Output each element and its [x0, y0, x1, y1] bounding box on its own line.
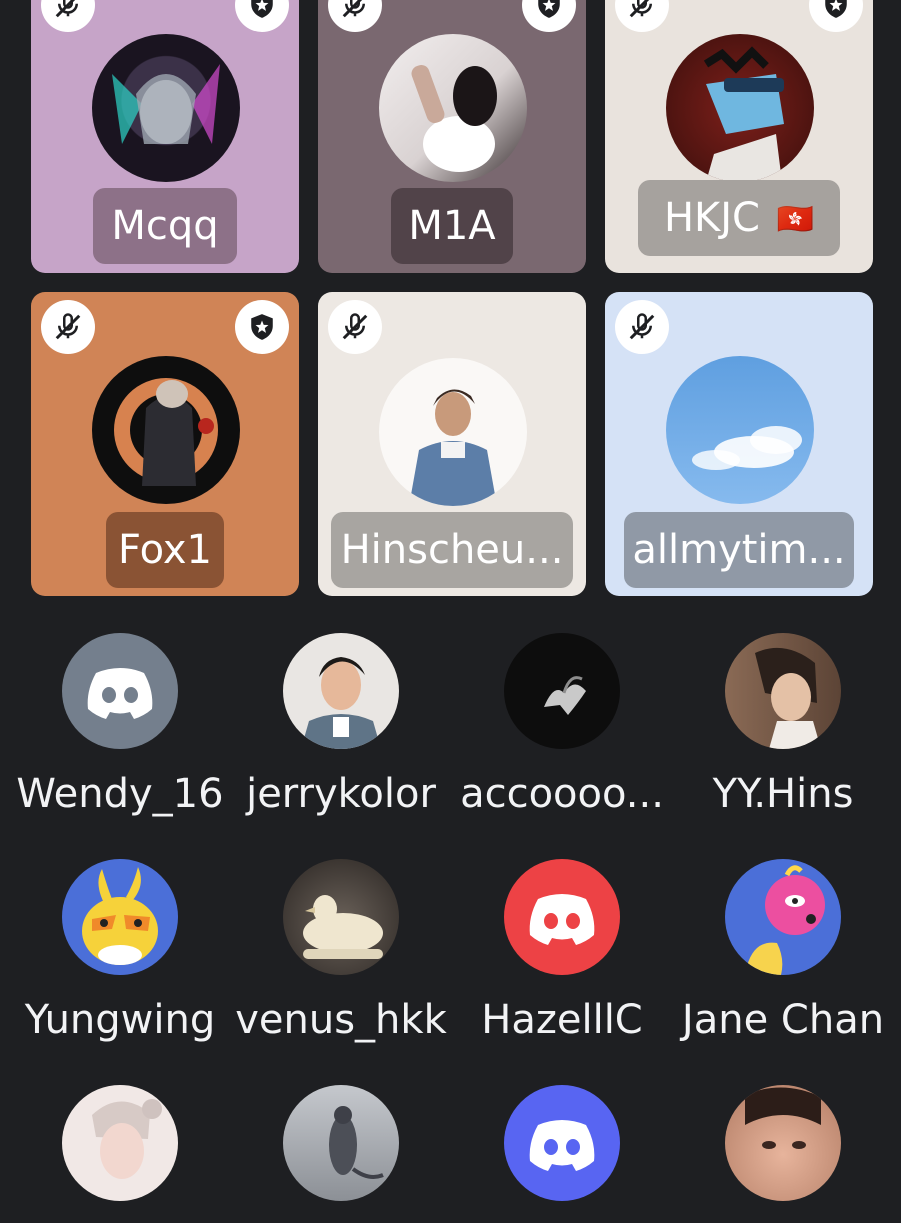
avatar: [92, 34, 240, 182]
avatar: [666, 356, 814, 504]
avatar: [62, 859, 178, 975]
discord-logo-icon: [529, 1120, 595, 1171]
avatar: [504, 633, 620, 749]
speaker-name: Hinscheu...: [331, 512, 573, 588]
moderator-shield-icon: [235, 300, 289, 354]
member-name: venus_hkk: [235, 997, 447, 1043]
avatar: [283, 1085, 399, 1201]
audience-member[interactable]: [452, 1085, 672, 1223]
speaker-name: Fox1: [106, 512, 224, 588]
speaker-tile-m1a[interactable]: M1A: [318, 0, 586, 273]
audience-member[interactable]: YY.Hins: [673, 633, 893, 817]
moderator-shield-icon: [522, 0, 576, 32]
member-name: accoooo...: [460, 771, 664, 817]
audience-member[interactable]: Yungwing: [10, 859, 230, 1043]
avatar: [504, 859, 620, 975]
member-name: YY.Hins: [712, 771, 854, 817]
audience-member[interactable]: venus_hkk: [231, 859, 451, 1043]
muted-icon: [615, 0, 669, 32]
muted-icon: [615, 300, 669, 354]
muted-icon: [328, 300, 382, 354]
muted-icon: [41, 0, 95, 32]
audience-member[interactable]: [673, 1085, 893, 1223]
avatar: [62, 633, 178, 749]
audience-member[interactable]: jerrykolor: [231, 633, 451, 817]
avatar: [504, 1085, 620, 1201]
audience-member[interactable]: Jane Chan: [673, 859, 893, 1043]
avatar: [62, 1085, 178, 1201]
avatar: [725, 859, 841, 975]
avatar: [725, 633, 841, 749]
moderator-shield-icon: [809, 0, 863, 32]
member-name: Jane Chan: [681, 997, 885, 1043]
audience-member[interactable]: [10, 1085, 230, 1223]
member-name: jerrykolor: [246, 771, 436, 817]
avatar: [379, 34, 527, 182]
avatar: [92, 356, 240, 504]
muted-icon: [41, 300, 95, 354]
speaker-tile-hkjc[interactable]: HKJC 🇭🇰: [605, 0, 873, 273]
avatar: [666, 34, 814, 182]
discord-logo-icon: [529, 894, 595, 945]
avatar: [379, 358, 527, 506]
audience-member[interactable]: accoooo...: [452, 633, 672, 817]
avatar: [283, 859, 399, 975]
audience-member[interactable]: [231, 1085, 451, 1223]
speaker-tile-allmytim[interactable]: allmytim...: [605, 292, 873, 596]
speaker-tile-mcqq[interactable]: Mcqq: [31, 0, 299, 273]
speaker-name: Mcqq: [93, 188, 237, 264]
speaker-name: HKJC 🇭🇰: [638, 180, 840, 256]
hong-kong-flag-icon: 🇭🇰: [776, 202, 815, 237]
speaker-tile-fox1[interactable]: Fox1: [31, 292, 299, 596]
speaker-tile-hinscheu[interactable]: Hinscheu...: [318, 292, 586, 596]
audience-member[interactable]: Wendy_16: [10, 633, 230, 817]
audience-member[interactable]: HazelllC: [452, 859, 672, 1043]
speaker-name: allmytim...: [624, 512, 854, 588]
member-name: HazelllC: [481, 997, 643, 1043]
member-name: Yungwing: [24, 997, 216, 1043]
speaker-name: M1A: [391, 188, 513, 264]
speaker-name-text: HKJC: [663, 195, 760, 241]
member-name: Wendy_16: [16, 771, 224, 817]
avatar: [283, 633, 399, 749]
moderator-shield-icon: [235, 0, 289, 32]
discord-logo-icon: [87, 668, 153, 719]
avatar: [725, 1085, 841, 1201]
muted-icon: [328, 0, 382, 32]
